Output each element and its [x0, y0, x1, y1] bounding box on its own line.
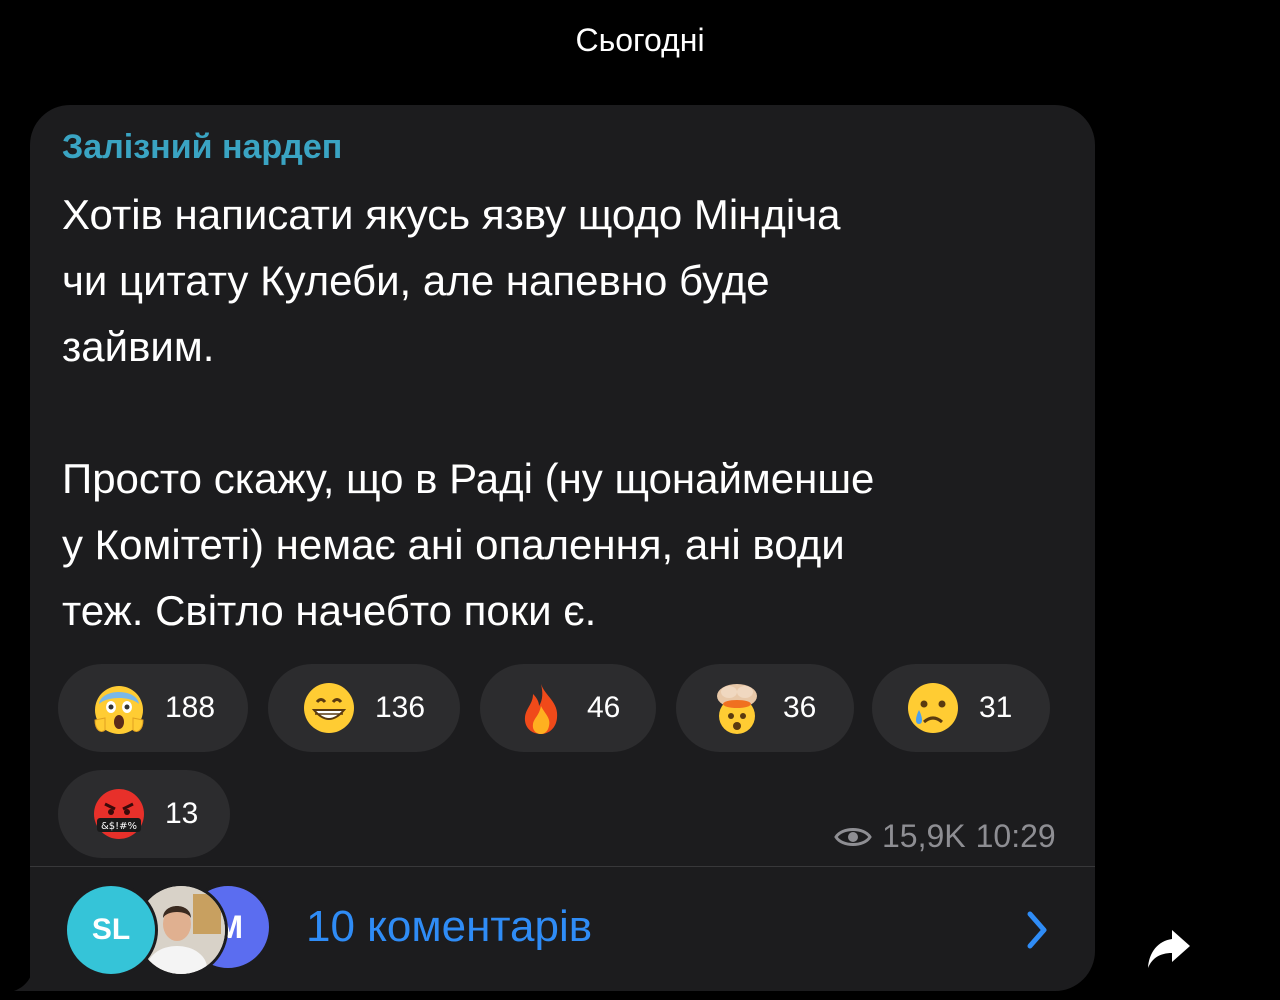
reaction-count: 36	[783, 691, 817, 724]
exploding-head-icon	[717, 684, 757, 734]
channel-author[interactable]: Залізний нардеп	[62, 128, 342, 167]
text-line: у Комітеті) немає ані опалення, ані води	[62, 521, 845, 568]
date-header: Сьогодні	[575, 22, 705, 58]
commenter-avatars[interactable]: M SL	[64, 883, 276, 977]
comments-link[interactable]: 10 коментарів	[306, 902, 592, 952]
reaction-exploding-head[interactable]: 36	[676, 664, 854, 752]
reaction-fire[interactable]: 46	[480, 664, 656, 752]
reaction-count: 46	[587, 691, 621, 724]
crying-face-icon	[908, 683, 958, 733]
text-line: Просто скажу, що в Раді (ну щонайменше	[62, 455, 875, 502]
text-line: теж. Світло начебто поки є.	[62, 587, 597, 634]
eye-icon	[834, 827, 872, 846]
reaction-grinning[interactable]: 136	[268, 664, 460, 752]
message-time: 10:29	[975, 818, 1056, 854]
reaction-count: 136	[375, 691, 426, 724]
reaction-cursing[interactable]: &$!#% 13	[58, 770, 230, 858]
text-line: зайвим.	[62, 323, 215, 370]
message-meta: 15,9K 10:29	[834, 818, 1056, 855]
screaming-face-icon	[94, 686, 144, 734]
reaction-crying[interactable]: 31	[872, 664, 1050, 752]
avatar: SL	[64, 883, 158, 977]
text-line: Хотів написати якусь язву щодо Міндіча	[62, 191, 841, 238]
reaction-count: 188	[165, 691, 216, 724]
comments-divider	[30, 866, 1095, 867]
text-line: чи цитату Кулеби, але напевно буде	[62, 257, 770, 304]
grinning-face-icon	[304, 683, 354, 733]
share-forward-icon[interactable]	[1146, 926, 1192, 970]
views-count: 15,9K	[882, 818, 966, 854]
cursing-face-icon: &$!#%	[94, 789, 144, 839]
reaction-count: 31	[979, 691, 1013, 724]
svg-text:&$!#%: &$!#%	[101, 821, 137, 832]
fire-icon	[524, 684, 558, 734]
message-text: Хотів написати якусь язву щодо Міндіча ч…	[62, 182, 1072, 644]
reaction-count: 13	[165, 797, 199, 830]
reaction-screaming[interactable]: 188	[58, 664, 248, 752]
chevron-right-icon[interactable]	[1022, 908, 1052, 952]
